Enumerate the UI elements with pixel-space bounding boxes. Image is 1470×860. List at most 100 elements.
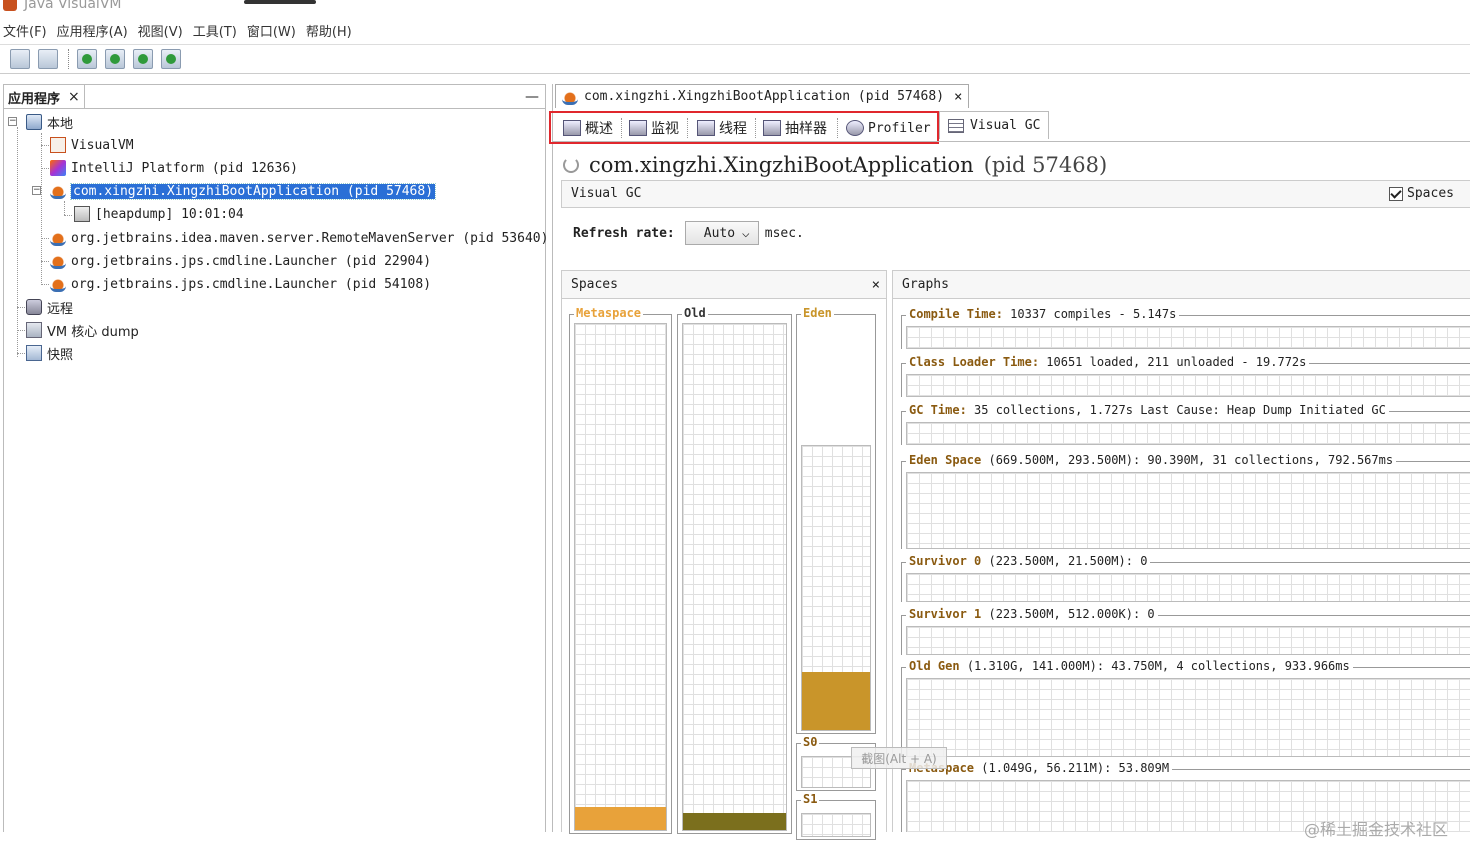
toolbar-separator <box>68 49 69 69</box>
tree-connector <box>41 168 49 169</box>
space-fill <box>802 672 870 730</box>
space-label: Metaspace <box>574 306 644 320</box>
tree-node-local[interactable]: 本地 <box>26 111 73 133</box>
tree-node-heapdump[interactable]: [heapdump] 10:01:04 <box>74 203 244 225</box>
collapse-local-toggle[interactable]: − <box>8 117 17 126</box>
refresh-rate-value: Auto <box>703 225 736 241</box>
space-grid <box>801 813 871 837</box>
add-jmx-connection-button[interactable] <box>105 49 125 69</box>
application-pid: (pid 57468) <box>983 153 1108 177</box>
graph-label: Eden Space (669.500M, 293.500M): 90.390M… <box>906 453 1397 467</box>
spaces-panel-title: Spaces <box>571 277 618 292</box>
graph-grid <box>906 326 1470 349</box>
subtab-separator <box>687 118 688 138</box>
tree-node-intellij[interactable]: IntelliJ Platform (pid 12636) <box>50 157 298 179</box>
load-snapshot-button[interactable] <box>10 49 30 69</box>
graph-compile-time: Compile Time: 10337 compiles - 5.147s <box>901 307 1470 349</box>
java-icon <box>50 253 66 269</box>
tree-connector <box>41 145 49 146</box>
java-icon <box>50 230 66 246</box>
applications-tab[interactable]: 应用程序 × <box>4 85 85 109</box>
refresh-rate-row: Refresh rate: Auto ⌵ msec. <box>573 220 804 246</box>
window-drag-handle[interactable] <box>244 0 316 4</box>
add-core-dump-button[interactable] <box>133 49 153 69</box>
tree-node-remote[interactable]: 远程 <box>26 296 73 318</box>
graph-grid <box>906 678 1470 757</box>
space-grid <box>574 323 667 831</box>
tree-connector <box>64 201 65 215</box>
close-icon[interactable]: × <box>68 89 80 105</box>
graph-label: Compile Time: 10337 compiles - 5.147s <box>906 307 1180 321</box>
menu-file[interactable]: 文件(F) <box>3 21 47 40</box>
graphs-panel: Graphs Compile Time: 10337 compiles - 5.… <box>892 270 1470 832</box>
menu-bar: 文件(F) 应用程序(A) 视图(V) 工具(T) 窗口(W) 帮助(H) <box>0 18 1470 42</box>
tab-profiler[interactable]: Profiler <box>846 117 931 139</box>
threads-icon <box>697 120 715 136</box>
watermark: @稀土掘金技术社区 <box>1303 820 1448 839</box>
tree-node-visualvm[interactable]: VisualVM <box>50 134 134 156</box>
tab-visual-gc[interactable]: Visual GC <box>939 111 1050 139</box>
document-tab-xingzhi[interactable]: com.xingzhi.XingzhiBootApplication (pid … <box>555 84 970 108</box>
space-label: Old <box>682 306 708 320</box>
spaces-panel: Spaces × Metaspace Old Eden S0 S1 <box>561 270 887 840</box>
tree-node-xingzhi[interactable]: com.xingzhi.XingzhiBootApplication (pid … <box>50 180 437 202</box>
tree-connector <box>41 261 49 262</box>
minimize-icon[interactable]: — <box>525 89 539 105</box>
spaces-panel-header: Spaces × <box>562 271 886 299</box>
refresh-rate-select[interactable]: Auto ⌵ <box>684 221 759 245</box>
graph-class-loader-time: Class Loader Time: 10651 loaded, 211 unl… <box>901 355 1470 397</box>
spaces-checkbox-label: Spaces <box>1407 186 1454 201</box>
space-fill <box>683 813 786 830</box>
tree-connector <box>41 284 49 285</box>
snapshot-icon <box>26 345 42 361</box>
graph-grid <box>906 422 1470 445</box>
subtab-separator <box>837 118 838 138</box>
tree-node-jps-launcher-1[interactable]: org.jetbrains.jps.cmdline.Launcher (pid … <box>50 250 431 272</box>
refresh-rate-label: Refresh rate: <box>573 225 675 241</box>
space-grid <box>801 445 871 731</box>
application-name: com.xingzhi.XingzhiBootApplication <box>589 153 974 177</box>
save-button[interactable] <box>38 49 58 69</box>
loading-spinner-icon <box>563 157 579 173</box>
chevron-down-icon: ⌵ <box>741 225 750 241</box>
space-label: Eden <box>801 306 834 320</box>
computer-icon <box>26 114 42 130</box>
tab-monitor[interactable]: 监视 <box>629 117 679 139</box>
space-metaspace: Metaspace <box>569 306 672 834</box>
java-icon <box>50 183 66 199</box>
document-tab-label: com.xingzhi.XingzhiBootApplication (pid … <box>584 89 945 104</box>
graph-grid <box>906 626 1470 655</box>
menu-window[interactable]: 窗口(W) <box>247 21 296 40</box>
subtab-separator <box>621 118 622 138</box>
graph-old-gen: Old Gen (1.310G, 141.000M): 43.750M, 4 c… <box>901 659 1470 757</box>
tab-sampler[interactable]: 抽样器 <box>763 117 827 139</box>
close-icon[interactable]: × <box>954 89 962 105</box>
space-label: S1 <box>801 792 820 806</box>
menu-tools[interactable]: 工具(T) <box>193 21 237 40</box>
menu-view[interactable]: 视图(V) <box>138 21 183 40</box>
graphs-panel-title: Graphs <box>902 277 949 292</box>
graph-eden-space: Eden Space (669.500M, 293.500M): 90.390M… <box>901 453 1470 549</box>
applications-tabbar: 应用程序 × — <box>4 85 545 109</box>
menu-help[interactable]: 帮助(H) <box>306 21 352 40</box>
close-icon[interactable]: × <box>872 277 880 293</box>
tab-overview[interactable]: 概述 <box>563 117 613 139</box>
tree-node-maven-server[interactable]: org.jetbrains.idea.maven.server.RemoteMa… <box>50 227 548 249</box>
space-fill <box>575 807 666 830</box>
tab-threads[interactable]: 线程 <box>697 117 747 139</box>
tree-node-jps-launcher-2[interactable]: org.jetbrains.jps.cmdline.Launcher (pid … <box>50 273 431 295</box>
profiler-icon <box>846 120 864 136</box>
page-title: com.xingzhi.XingzhiBootApplication (pid … <box>563 150 1107 180</box>
graph-label: GC Time: 35 collections, 1.727s Last Cau… <box>906 403 1389 417</box>
space-eden: Eden <box>796 306 876 734</box>
graph-label: Class Loader Time: 10651 loaded, 211 unl… <box>906 355 1310 369</box>
tree-node-core-dump[interactable]: VM 核心 dump <box>26 319 139 341</box>
spaces-checkbox[interactable]: Spaces <box>1389 186 1454 201</box>
menu-applications[interactable]: 应用程序(A) <box>57 21 128 40</box>
title-bar: Java VisualVM <box>0 0 1470 16</box>
tree-node-snapshots[interactable]: 快照 <box>26 342 73 364</box>
visual-gc-icon <box>948 118 964 133</box>
add-remote-host-button[interactable] <box>77 49 97 69</box>
add-snapshot-button[interactable] <box>161 49 181 69</box>
collapse-xingzhi-toggle[interactable]: − <box>32 186 41 195</box>
